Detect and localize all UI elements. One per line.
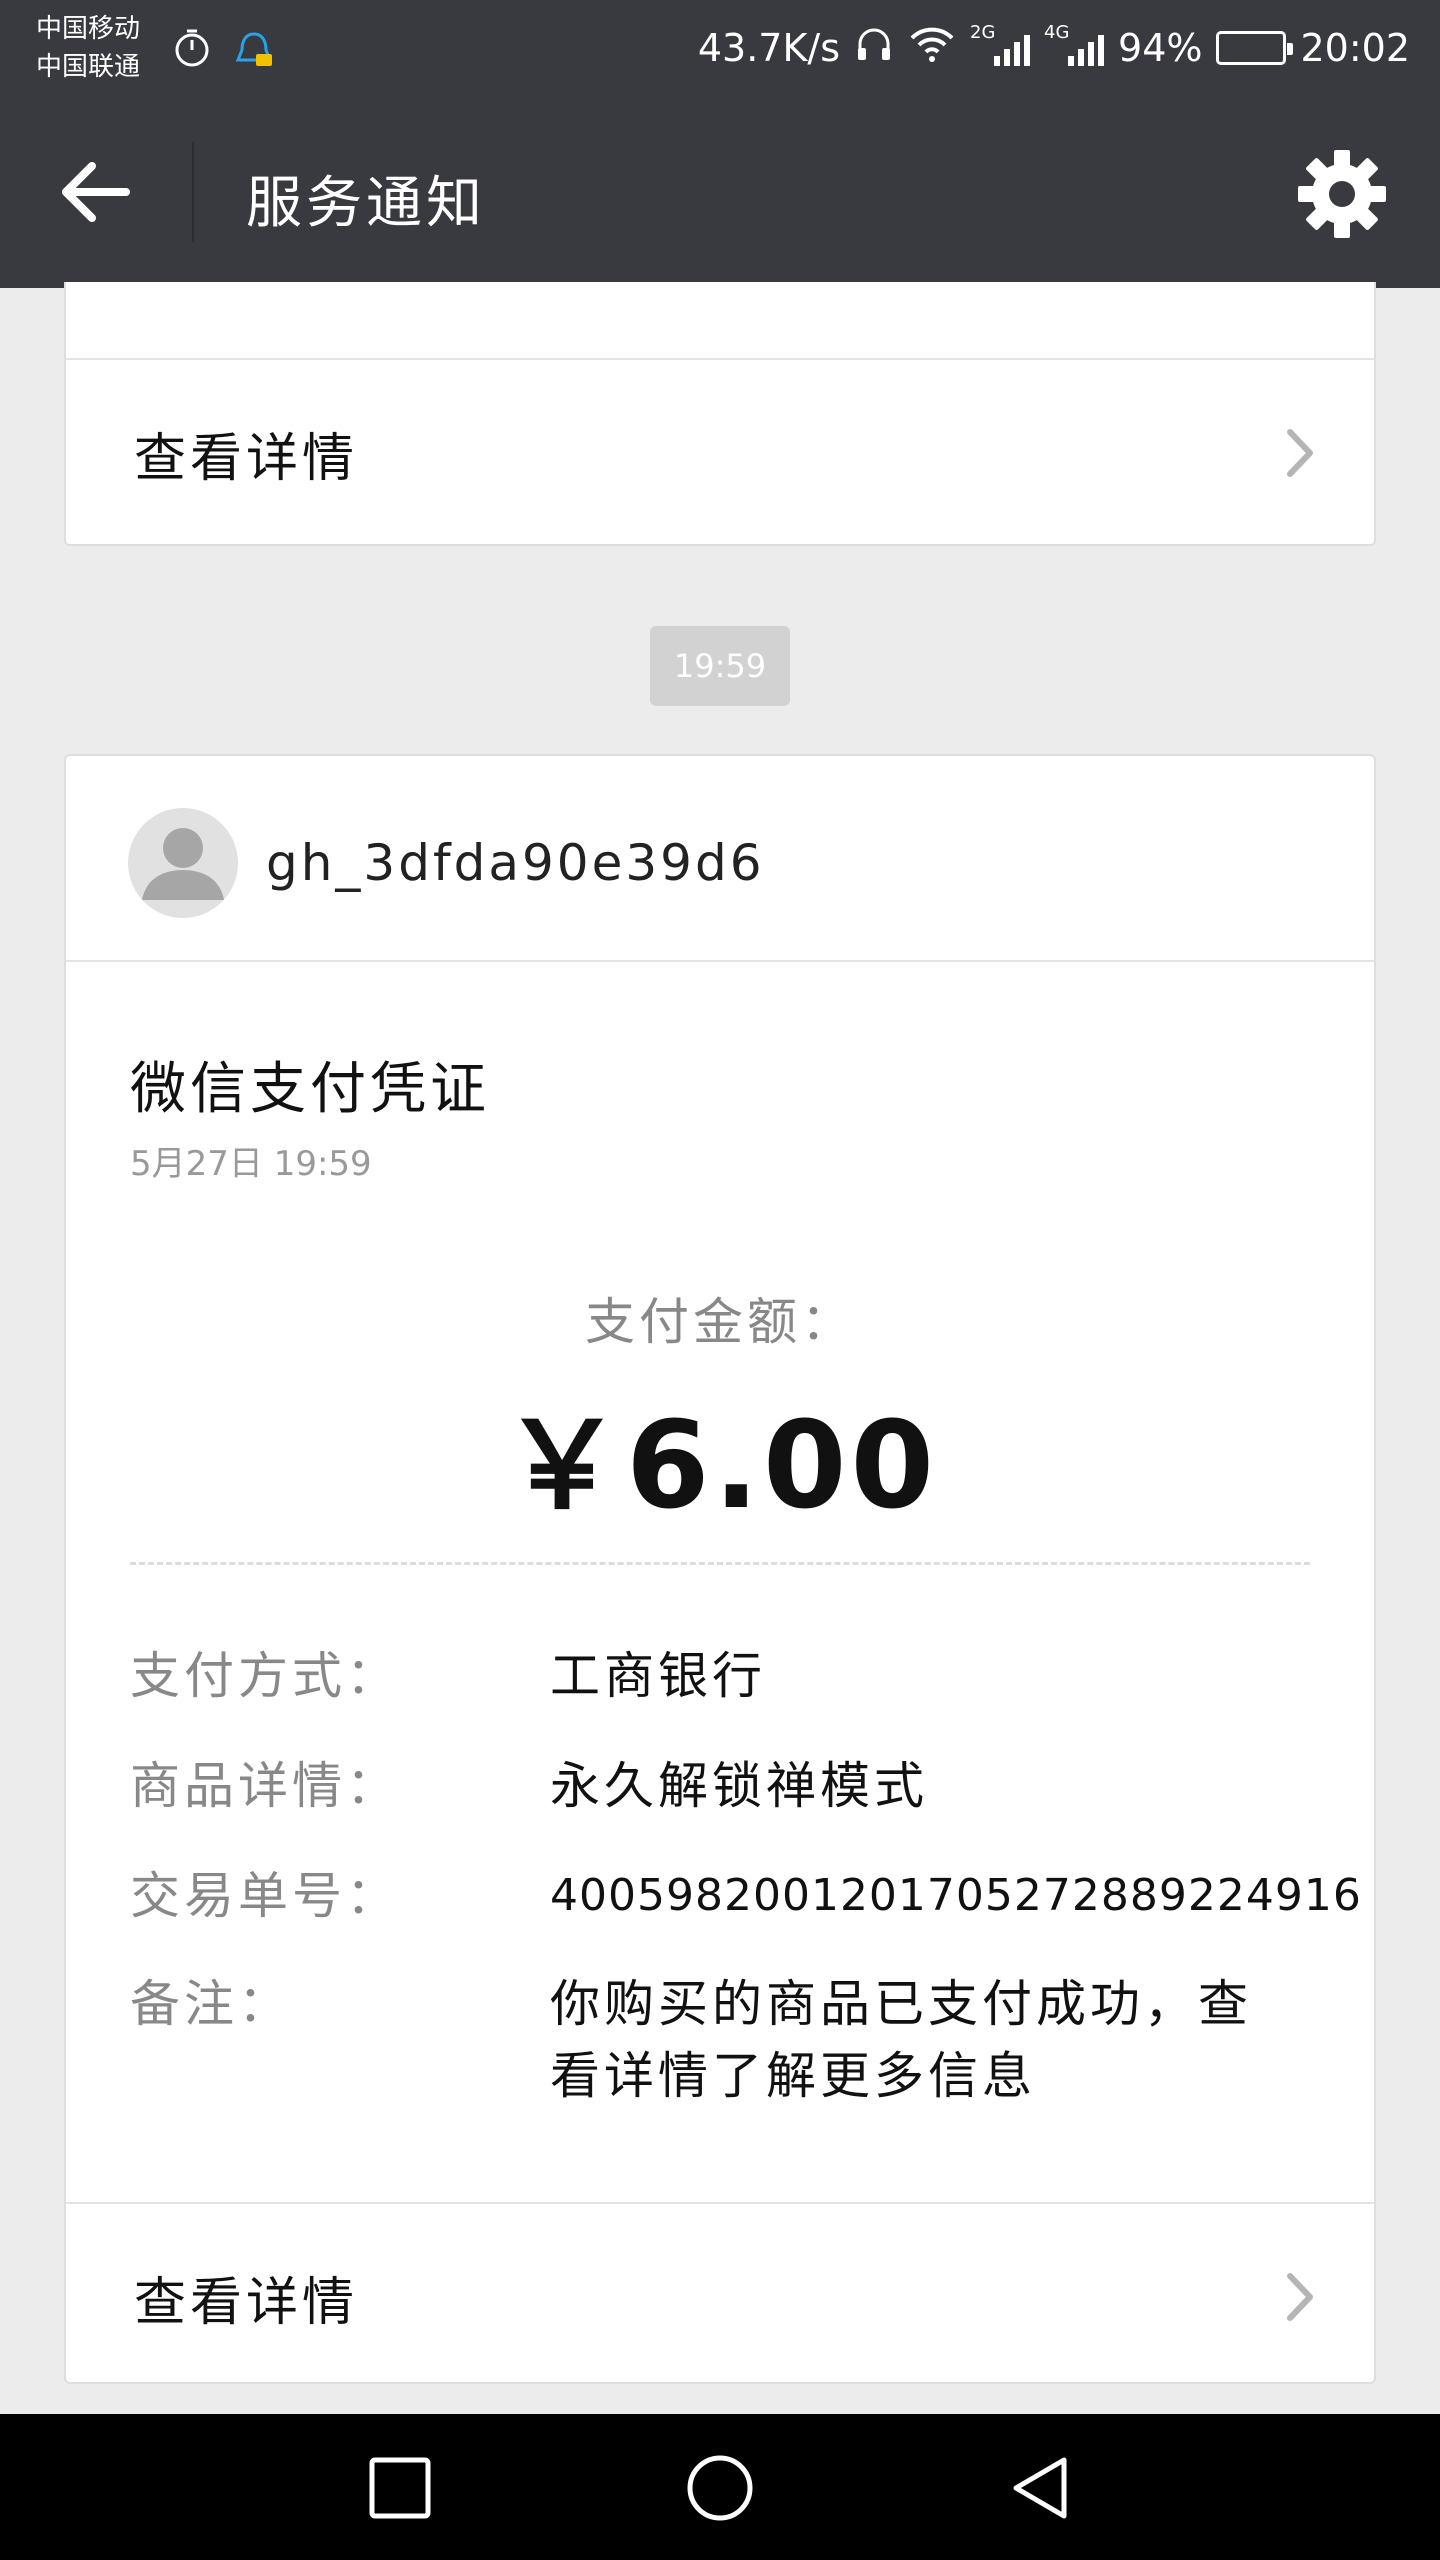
back-button[interactable] <box>56 156 136 228</box>
signal-4g-label: 4G <box>1044 22 1070 43</box>
transaction-id-key: 交易单号： <box>130 1867 400 1925</box>
battery-percent: 94% <box>1118 26 1203 70</box>
status-indicators: 43.7K/s 2G 4G 94% 20:02 <box>698 22 1410 74</box>
payment-method-value: 工商银行 <box>550 1647 766 1705</box>
header-divider <box>192 142 194 242</box>
avatar <box>128 808 238 918</box>
signal-2g-icon: 2G <box>970 22 1031 66</box>
circle-icon <box>687 2455 753 2521</box>
status-bar: 中国移动 中国联通 43.7K/s 2G 4G 94% 20:02 <box>0 0 1440 96</box>
default-avatar-icon <box>142 828 224 900</box>
payment-method-key: 支付方式： <box>130 1647 400 1705</box>
remark-key: 备注： <box>130 1975 292 2033</box>
home-button[interactable] <box>684 2452 756 2524</box>
payment-notification-card: gh_3dfda90e39d6 微信支付凭证 5月27日 19:59 支付金额：… <box>64 754 1376 2384</box>
carrier-names: 中国移动 中国联通 <box>36 10 140 86</box>
time-divider: 19:59 <box>650 626 790 706</box>
signal-2g-label: 2G <box>970 22 996 43</box>
account-row[interactable]: gh_3dfda90e39d6 <box>66 756 1374 962</box>
signal-4g-icon: 4G <box>1044 22 1105 66</box>
recent-apps-button[interactable] <box>364 2452 436 2524</box>
chevron-right-icon <box>1287 429 1313 477</box>
product-detail-key: 商品详情： <box>130 1757 400 1815</box>
voucher-date: 5月27日 19:59 <box>130 1144 372 1184</box>
amount-value: ￥6.00 <box>501 1397 939 1536</box>
wifi-icon <box>908 24 956 73</box>
transaction-id-value: 4005982001201705272889224916 <box>550 1870 1362 1921</box>
navigation-bar <box>0 2414 1440 2560</box>
timer-icon <box>172 28 212 72</box>
triangle-back-icon <box>1013 2457 1067 2519</box>
carrier-2: 中国联通 <box>36 52 141 82</box>
net-speed: 43.7K/s <box>697 26 841 70</box>
voucher-title: 微信支付凭证 <box>130 1057 490 1122</box>
view-details-label: 查看详情 <box>134 2273 359 2333</box>
previous-notification-card: 查看详情 <box>64 282 1376 546</box>
page-title: 服务通知 <box>246 171 486 236</box>
gear-icon <box>1298 150 1386 238</box>
remark-value: 你购买的商品已支付成功，查看详情了解更多信息 <box>550 1975 1252 2105</box>
amount-label: 支付金额： <box>585 1293 855 1351</box>
arrow-left-icon <box>62 162 130 222</box>
account-name: gh_3dfda90e39d6 <box>266 834 765 892</box>
chat-notification-icon <box>232 28 276 76</box>
clock: 20:02 <box>1300 26 1410 70</box>
headphones-icon <box>854 24 894 73</box>
settings-button[interactable] <box>1294 146 1390 242</box>
dashed-divider <box>130 1562 1310 1565</box>
product-detail-value: 永久解锁禅模式 <box>550 1757 928 1815</box>
battery-icon <box>1216 31 1294 65</box>
view-details-row[interactable]: 查看详情 <box>66 360 1374 540</box>
square-icon <box>369 2457 431 2519</box>
view-details-row[interactable]: 查看详情 <box>66 2202 1374 2384</box>
system-back-button[interactable] <box>1004 2452 1076 2524</box>
chevron-right-icon <box>1287 2273 1313 2321</box>
carrier-1: 中国移动 <box>36 14 141 44</box>
app-header: 服务通知 <box>0 96 1440 288</box>
view-details-label: 查看详情 <box>134 429 359 489</box>
